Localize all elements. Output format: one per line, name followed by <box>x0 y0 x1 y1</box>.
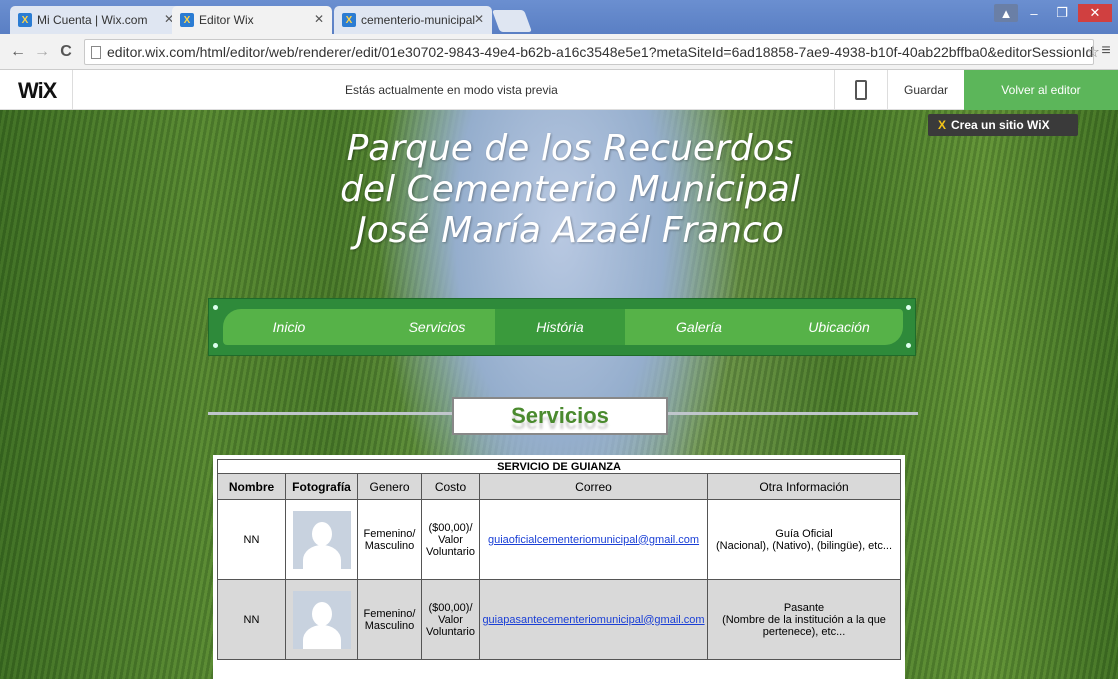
nav-item-galeria[interactable]: Galería <box>649 309 749 345</box>
page-icon <box>91 45 101 59</box>
cell-genero: Femenino/ Masculino <box>357 579 422 660</box>
mobile-view-button[interactable] <box>834 70 888 110</box>
table-caption: SERVICIO DE GUIANZA <box>217 459 901 474</box>
nav-decoration-dot <box>213 305 218 310</box>
window-controls: ▲ – ❐ ✕ <box>994 4 1112 22</box>
wix-favicon-icon: X <box>342 13 356 27</box>
site-preview: X Crea un sitio WiX Parque de los Recuer… <box>0 110 1118 679</box>
email-link[interactable]: guiaoficialcementeriomunicipal@gmail.com <box>488 534 699 546</box>
url-input[interactable]: editor.wix.com/html/editor/web/renderer/… <box>84 39 1094 65</box>
section-title-box: Servicios <box>452 397 668 435</box>
tab-title: Mi Cuenta | Wix.com <box>37 13 148 27</box>
avatar-placeholder-icon <box>292 590 351 649</box>
preview-mode-message: Estás actualmente en modo vista previa <box>345 83 558 97</box>
minimize-button[interactable]: – <box>1022 4 1046 22</box>
user-profile-icon[interactable]: ▲ <box>994 4 1018 22</box>
nav-item-servicios[interactable]: Servicios <box>379 309 495 345</box>
new-tab-button[interactable] <box>491 10 533 32</box>
wix-preview-bar: WiX Estás actualmente en modo vista prev… <box>0 70 1118 110</box>
nav-decoration-dot <box>906 305 911 310</box>
back-arrow-icon[interactable]: ← <box>6 43 30 61</box>
info-detail: (Nacional), (Nativo), (bilingüe), etc... <box>715 539 893 552</box>
column-header: Fotografía <box>285 473 358 500</box>
reload-icon[interactable]: C <box>54 43 78 61</box>
guide-services-table: SERVICIO DE GUIANZA Nombre Fotografía Ge… <box>213 455 905 679</box>
divider <box>72 70 73 110</box>
phone-icon <box>855 80 867 100</box>
cell-fotografia <box>285 499 358 580</box>
cell-correo: guiaoficialcementeriomunicipal@gmail.com <box>479 499 708 580</box>
nav-item-ubicacion[interactable]: Ubicación <box>789 309 889 345</box>
close-tab-icon[interactable]: ✕ <box>314 12 324 26</box>
info-title: Guía Oficial <box>775 527 833 540</box>
column-header: Costo <box>421 473 480 500</box>
table-row: NN Femenino/ Masculino ($00,00)/ Valor V… <box>217 499 901 580</box>
cell-fotografia <box>285 579 358 660</box>
section-title: Servicios <box>511 403 609 428</box>
maximize-button[interactable]: ❐ <box>1050 4 1074 22</box>
forward-arrow-icon[interactable]: → <box>30 43 54 61</box>
info-detail: (Nombre de la institución a la que perte… <box>722 613 886 638</box>
save-button[interactable]: Guardar <box>888 70 964 110</box>
back-to-editor-button[interactable]: Volver al editor <box>964 70 1118 110</box>
wix-favicon-icon: X <box>180 13 194 27</box>
nav-item-historia[interactable]: História <box>495 309 625 345</box>
nav-decoration-dot <box>213 343 218 348</box>
column-header: Correo <box>479 473 708 500</box>
site-title: Parque de los Recuerdos del Cementerio M… <box>340 128 800 251</box>
column-header: Otra Información <box>707 473 901 500</box>
wix-ad-badge[interactable]: X Crea un sitio WiX <box>928 114 1078 136</box>
cell-genero: Femenino/ Masculino <box>357 499 422 580</box>
cell-nombre: NN <box>217 579 286 660</box>
wix-mark-icon: X <box>938 118 947 132</box>
info-title: Pasante <box>783 601 825 614</box>
browser-tabstrip: X Mi Cuenta | Wix.com ✕ X Editor Wix ✕ X… <box>0 0 1118 34</box>
cell-correo: guiapasantecementeriomunicipal@gmail.com <box>479 579 708 660</box>
cell-costo: ($00,00)/ Valor Voluntario <box>421 499 480 580</box>
tab-title: cementerio-municipal <box>361 13 476 27</box>
column-header: Nombre <box>217 473 286 500</box>
avatar-placeholder-icon <box>292 510 351 569</box>
tab-cementerio-municipal[interactable]: X cementerio-municipal ✕ <box>334 6 492 34</box>
email-link[interactable]: guiapasantecementeriomunicipal@gmail.com <box>482 614 704 626</box>
site-nav: Inicio Servicios História Galería Ubicac… <box>208 298 916 356</box>
tab-editor-wix[interactable]: X Editor Wix ✕ <box>172 6 332 34</box>
wix-logo[interactable]: WiX <box>18 78 57 104</box>
table-header-row: Nombre Fotografía Genero Costo Correo Ot… <box>217 473 901 500</box>
close-tab-icon[interactable]: ✕ <box>474 12 484 26</box>
tab-mi-cuenta[interactable]: X Mi Cuenta | Wix.com ✕ <box>10 6 182 34</box>
tab-title: Editor Wix <box>199 13 254 27</box>
table-row: NN Femenino/ Masculino ($00,00)/ Valor V… <box>217 579 901 660</box>
menu-icon[interactable]: ≡ <box>1094 42 1118 60</box>
column-header: Genero <box>357 473 422 500</box>
close-window-button[interactable]: ✕ <box>1078 4 1112 22</box>
cell-nombre: NN <box>217 499 286 580</box>
url-text: editor.wix.com/html/editor/web/renderer/… <box>107 44 1094 60</box>
badge-label: Crea un sitio WiX <box>951 118 1050 132</box>
cell-costo: ($00,00)/ Valor Voluntario <box>421 579 480 660</box>
nav-item-inicio[interactable]: Inicio <box>239 309 339 345</box>
cell-otra-informacion: Pasante (Nombre de la institución a la q… <box>707 579 901 660</box>
cell-otra-informacion: Guía Oficial (Nacional), (Nativo), (bili… <box>707 499 901 580</box>
nav-decoration-dot <box>906 343 911 348</box>
wix-favicon-icon: X <box>18 13 32 27</box>
address-bar: ← → C editor.wix.com/html/editor/web/ren… <box>0 34 1118 70</box>
